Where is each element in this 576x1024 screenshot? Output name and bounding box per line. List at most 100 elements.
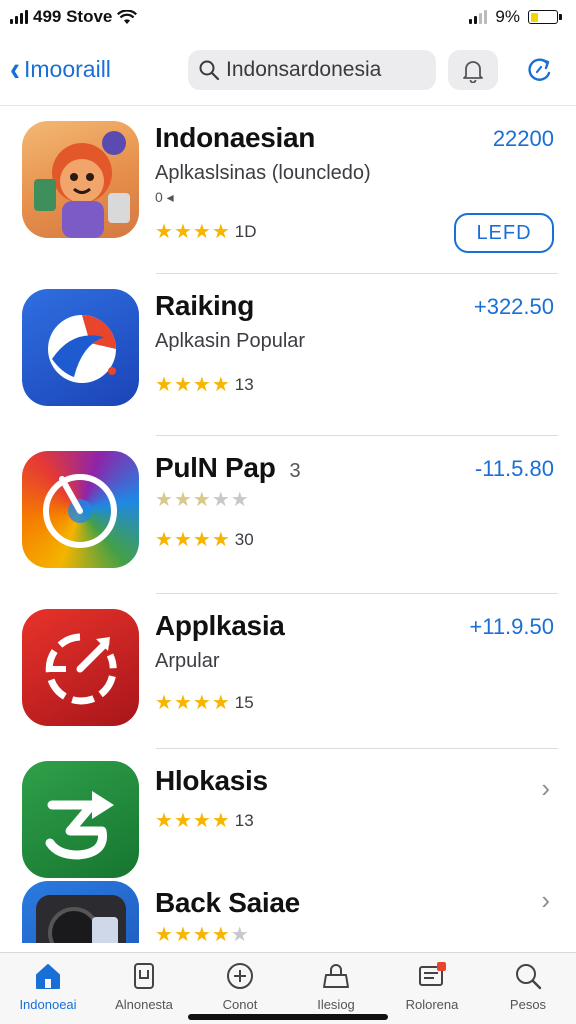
star-icon: ★ xyxy=(192,374,211,396)
tab-phone[interactable]: Alnonesta xyxy=(96,953,192,1024)
tab-home[interactable]: Indonoeai xyxy=(0,953,96,1024)
app-info: Applkasia Arpular ★ ★ ★ ★ 15 xyxy=(155,610,445,713)
app-info: Raiking Aplkasin Popular ★ ★ ★ ★ 13 xyxy=(155,290,445,395)
app-subtitle: Arpular xyxy=(155,650,220,672)
star-icon: ★ xyxy=(155,489,173,511)
battery-icon xyxy=(528,10,562,24)
tab-label: Indonoeai xyxy=(19,997,77,1012)
list-item[interactable]: Applkasia Arpular ★ ★ ★ ★ 15 +11.9.50 xyxy=(0,594,576,749)
blue-app-icon[interactable] xyxy=(22,289,139,406)
star-icon: ★ xyxy=(192,529,211,551)
camera-app-icon[interactable] xyxy=(22,881,139,943)
mail-icon xyxy=(415,961,449,991)
app-meta: 0 ◂ xyxy=(155,189,174,205)
refresh-icon xyxy=(528,58,551,81)
get-button[interactable]: LEFD xyxy=(454,213,554,253)
star-icon: ★ xyxy=(155,924,173,943)
app-name: PulN Pap 3 xyxy=(155,452,445,484)
star-empty-icon: ★ xyxy=(211,489,230,511)
tab-label: Rolorena xyxy=(405,997,459,1012)
app-subtitle: Aplkaslsinas (louncledo) xyxy=(155,162,371,184)
star-icon: ★ xyxy=(173,529,192,551)
speedometer-icon xyxy=(43,474,117,548)
arrow-logo-icon xyxy=(45,791,114,860)
star-icon: ★ xyxy=(155,810,173,832)
app-info: PulN Pap 3 ★ ★ ★ ★ ★ ★ ★ ★ ★ 30 xyxy=(155,452,445,550)
list-item[interactable]: Back Saiae ★ ★ ★ ★ ★ › xyxy=(0,881,576,943)
chevron-right-icon[interactable]: › xyxy=(541,773,550,804)
star-icon: ★ xyxy=(192,692,211,714)
star-icon: ★ xyxy=(211,810,230,832)
star-rating: ★ ★ ★ ★ ★ xyxy=(155,925,445,943)
star-icon: ★ xyxy=(155,692,173,714)
star-rating: ★ ★ ★ ★ 15 xyxy=(155,693,445,713)
app-price: +11.9.50 xyxy=(469,614,554,639)
cell-signal-right-icon xyxy=(469,10,488,24)
search-bar[interactable] xyxy=(188,49,436,90)
star-empty-icon: ★ xyxy=(230,489,249,511)
chevron-left-icon: ‹ xyxy=(10,49,20,88)
tab-search[interactable]: Pesos xyxy=(480,953,576,1024)
cartoon-character-icon xyxy=(22,121,139,238)
home-icon xyxy=(31,961,65,991)
back-label: Imooraill xyxy=(24,56,111,82)
home-indicator xyxy=(188,1014,388,1020)
app-list: Indonaesian Aplkaslsinas (louncledo) 0 ◂… xyxy=(0,106,576,943)
status-right: 9% xyxy=(469,7,562,27)
compass-swoosh-icon xyxy=(48,315,116,383)
app-name: Back Saiae xyxy=(155,887,300,918)
search-icon xyxy=(511,961,545,991)
lock-icon xyxy=(319,961,353,991)
app-info: Indonaesian Aplkaslsinas (louncledo) 0 ◂… xyxy=(155,122,445,242)
search-icon xyxy=(199,60,220,80)
red-app-icon[interactable] xyxy=(22,609,139,726)
tab-label: Pesos xyxy=(509,997,547,1012)
list-item[interactable]: Indonaesian Aplkaslsinas (louncledo) 0 ◂… xyxy=(0,106,576,274)
battery-level xyxy=(530,12,538,22)
tab-bar: Indonoeai Alnonesta Conot Ilesiog Rolore… xyxy=(0,952,576,1024)
star-icon: ★ xyxy=(173,489,192,511)
notifications-button[interactable] xyxy=(448,49,498,90)
star-rating: ★ ★ ★ ★ 1D xyxy=(155,222,445,242)
app-name: Hlokasis xyxy=(155,765,268,796)
star-icon: ★ xyxy=(211,692,230,714)
nav-header: ‹ Imooraill xyxy=(0,34,576,106)
refresh-button[interactable] xyxy=(518,50,562,90)
star-icon: ★ xyxy=(192,924,211,943)
phone-icon xyxy=(127,961,161,991)
star-empty-icon: ★ xyxy=(230,924,249,943)
cartoon-app-icon[interactable] xyxy=(22,121,139,238)
star-icon: ★ xyxy=(173,924,192,943)
tab-mail[interactable]: Rolorena xyxy=(384,953,480,1024)
list-item[interactable]: PulN Pap 3 ★ ★ ★ ★ ★ ★ ★ ★ ★ 30 -11.5.80 xyxy=(0,436,576,594)
tab-label: Alnonesta xyxy=(115,997,173,1012)
star-icon: ★ xyxy=(155,374,173,396)
rainbow-app-icon[interactable] xyxy=(22,451,139,568)
target-icon xyxy=(45,633,117,705)
bell-icon xyxy=(463,60,483,83)
star-icon: ★ xyxy=(173,221,192,243)
star-icon: ★ xyxy=(211,221,230,243)
carrier-label: 499 Stove xyxy=(33,7,113,26)
star-icon: ★ xyxy=(155,529,173,551)
list-item[interactable]: Raiking Aplkasin Popular ★ ★ ★ ★ 13 +322… xyxy=(0,274,576,436)
star-rating: ★ ★ ★ ★ 13 xyxy=(155,375,445,395)
star-icon: ★ xyxy=(192,810,211,832)
search-input[interactable] xyxy=(226,57,416,82)
app-name: Raiking xyxy=(155,290,255,321)
app-info: Hlokasis ★ ★ ★ ★ 13 xyxy=(155,765,445,831)
app-price: +322.50 xyxy=(473,294,554,319)
secondary-star-rating: ★ ★ ★ ★ ★ xyxy=(155,490,445,510)
app-name-extra: 3 xyxy=(289,460,301,482)
app-name-text: PulN Pap xyxy=(155,452,276,483)
chevron-right-icon[interactable]: › xyxy=(541,885,550,916)
back-button[interactable]: ‹ Imooraill xyxy=(10,49,188,88)
green-app-icon[interactable] xyxy=(22,761,139,878)
list-item[interactable]: Hlokasis ★ ★ ★ ★ 13 › xyxy=(0,749,576,881)
rating-count: 1D xyxy=(234,222,257,241)
rating-count: 13 xyxy=(234,811,254,830)
status-left: 499 Stove xyxy=(10,7,138,27)
app-name: Indonaesian xyxy=(155,122,316,153)
app-info: Back Saiae ★ ★ ★ ★ ★ xyxy=(155,887,445,943)
rating-count: 13 xyxy=(234,375,254,394)
